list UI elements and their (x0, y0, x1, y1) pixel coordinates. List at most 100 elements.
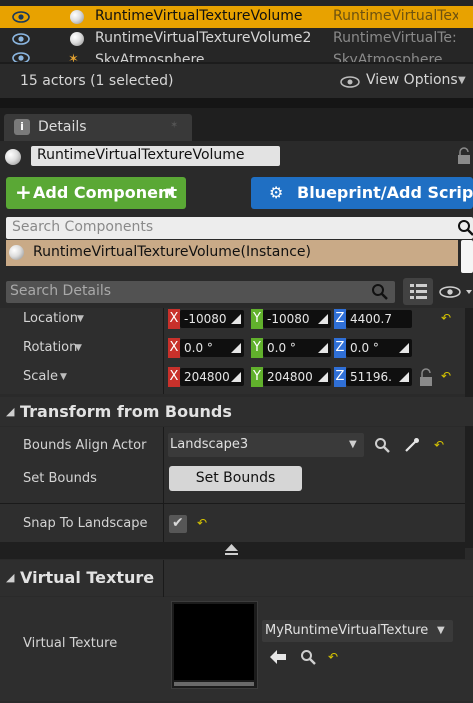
outliner-row[interactable]: RuntimeVirtualTextureVolume2 RuntimeVirt… (0, 28, 473, 50)
visibility-eye-icon[interactable] (12, 11, 30, 23)
chevron-down-icon: ▼ (75, 343, 82, 353)
virtual-texture-asset-dropdown[interactable]: MyRuntimeVirtualTexture ▼ (262, 620, 453, 642)
visibility-options-eye-icon[interactable] (439, 286, 473, 302)
reset-to-default-icon[interactable]: ↶ (328, 650, 338, 664)
axis-z-label: Z (334, 367, 346, 387)
texture-preview-image (174, 604, 254, 680)
use-selected-arrow-icon[interactable] (270, 650, 286, 668)
texture-thumbnail-bar (174, 682, 254, 686)
location-z-value: 4400.7 (350, 312, 392, 326)
reset-to-default-icon[interactable]: ↶ (441, 369, 451, 383)
advanced-toggle-bar[interactable] (0, 542, 465, 559)
drag-handle-icon (231, 343, 241, 353)
snap-to-landscape-checkbox[interactable]: ✔ (169, 515, 187, 533)
tab-details-label: Details (38, 119, 87, 135)
outliner-row[interactable]: RuntimeVirtualTextureVolume RuntimeVirtu… (0, 6, 473, 28)
outliner-footer: 15 actors (1 selected) View Options ▼ (0, 64, 473, 98)
location-label: Location (23, 311, 78, 326)
location-y-field[interactable]: -10080 (263, 310, 331, 328)
rotation-z-field[interactable]: 0.0 ° (346, 339, 412, 357)
section-title: Virtual Texture (20, 568, 155, 587)
texture-thumbnail[interactable] (171, 601, 258, 689)
search-components-placeholder: Search Components (12, 219, 154, 235)
axis-x-label: X (168, 338, 180, 358)
snap-to-landscape-label: Snap To Landscape (23, 516, 148, 531)
drag-handle-icon (399, 343, 409, 353)
search-details-input[interactable]: Search Details (6, 281, 395, 303)
tab-details[interactable]: i Details ✶ (4, 114, 192, 141)
details-tab-bar: i Details ✶ (0, 108, 473, 141)
search-icon (457, 219, 473, 241)
outliner-row-type: SkyAtmosphere (333, 52, 443, 62)
tab-pin-icon[interactable]: ✶ (170, 120, 178, 131)
pick-actor-eyedropper-icon[interactable] (404, 437, 420, 457)
scale-lock-icon[interactable] (419, 368, 433, 390)
rotation-x-field[interactable]: 0.0 ° (180, 339, 244, 357)
reset-to-default-icon[interactable]: ↶ (434, 438, 444, 452)
outliner-row-name: SkyAtmosphere (95, 52, 205, 62)
set-bounds-button[interactable]: Set Bounds (169, 466, 302, 491)
virtual-texture-asset-value: MyRuntimeVirtualTexture (265, 623, 429, 638)
axis-x-label: X (168, 309, 180, 329)
rotation-x-value: 0.0 ° (184, 341, 213, 355)
drag-handle-icon (231, 314, 241, 324)
drag-handle-icon (231, 372, 241, 382)
scale-z-field[interactable]: 51196. (346, 368, 412, 386)
location-z-field[interactable]: 4400.7 (346, 310, 412, 328)
property-matrix-button[interactable] (403, 278, 433, 305)
section-transform-from-bounds-header[interactable]: ◢ Transform from Bounds (0, 397, 473, 426)
drag-handle-icon (318, 314, 328, 324)
rotation-y-field[interactable]: 0.0 ° (263, 339, 331, 357)
scale-x-field[interactable]: 204800 (180, 368, 244, 386)
search-components-input[interactable]: Search Components (6, 217, 473, 239)
add-component-button[interactable]: + Add Component ▼ (6, 177, 186, 209)
axis-y-label: Y (251, 367, 263, 387)
visibility-eye-icon[interactable] (12, 52, 30, 62)
reset-to-default-icon[interactable]: ↶ (197, 516, 207, 530)
collapse-arrow-icon: ◢ (6, 571, 15, 584)
gears-icon: ⚙ (269, 183, 284, 202)
section-title: Transform from Bounds (20, 402, 232, 421)
chevron-down-icon: ▼ (349, 439, 357, 450)
scale-label-row[interactable]: Scale ▼ (0, 367, 163, 387)
component-instance-row[interactable]: RuntimeVirtualTextureVolume(Instance) (6, 240, 458, 266)
component-scrollbar[interactable] (461, 240, 473, 273)
scale-z-value: 51196. (350, 370, 392, 384)
browse-search-icon[interactable] (374, 437, 390, 457)
drag-handle-icon (399, 372, 409, 382)
scale-y-value: 204800 (267, 370, 313, 384)
component-instance-label: RuntimeVirtualTextureVolume(Instance) (33, 244, 312, 260)
section-virtual-texture-header[interactable]: ◢ Virtual Texture (0, 560, 473, 596)
actor-sphere-icon (70, 10, 84, 24)
location-x-field[interactable]: -10080 (180, 310, 244, 328)
actor-sphere-icon (70, 32, 84, 46)
bounds-align-actor-dropdown[interactable]: Landscape3 ▼ (168, 433, 364, 457)
outliner-row-partial[interactable]: ✶ SkyAtmosphere SkyAtmosphere (0, 50, 473, 62)
plus-icon: + (15, 180, 32, 204)
grid-list-icon (410, 284, 427, 303)
rotation-y-value: 0.0 ° (267, 341, 296, 355)
sun-icon: ✶ (68, 52, 79, 62)
panel-splitter[interactable] (0, 98, 473, 108)
scale-y-field[interactable]: 204800 (263, 368, 331, 386)
blueprint-add-script-button[interactable]: ⚙ Blueprint/Add Script (251, 177, 473, 209)
visibility-eye-icon[interactable] (12, 33, 30, 45)
location-label-row[interactable]: Location ▼ (0, 309, 163, 329)
search-details-placeholder: Search Details (10, 283, 112, 299)
actor-name-value: RuntimeVirtualTextureVolume (37, 147, 245, 163)
chevron-down-icon: ▼ (77, 314, 84, 324)
eye-icon (340, 76, 360, 92)
reset-to-default-icon[interactable]: ↶ (441, 311, 451, 325)
lock-icon[interactable] (457, 147, 471, 168)
axis-x-label: X (168, 367, 180, 387)
blueprint-add-script-label: Blueprint/Add Script (297, 183, 473, 202)
actor-sphere-icon (5, 149, 21, 165)
browse-search-icon[interactable] (300, 649, 316, 669)
rotation-label-row[interactable]: Rotation ▼ (0, 338, 163, 358)
actor-name-input[interactable]: RuntimeVirtualTextureVolume (31, 146, 280, 166)
details-scrollbar[interactable] (465, 308, 473, 548)
outliner-row-type: RuntimeVirtualTe: (333, 30, 457, 46)
virtual-texture-label: Virtual Texture (23, 636, 118, 651)
chevron-down-icon: ▼ (437, 625, 445, 636)
axis-z-label: Z (334, 338, 346, 358)
